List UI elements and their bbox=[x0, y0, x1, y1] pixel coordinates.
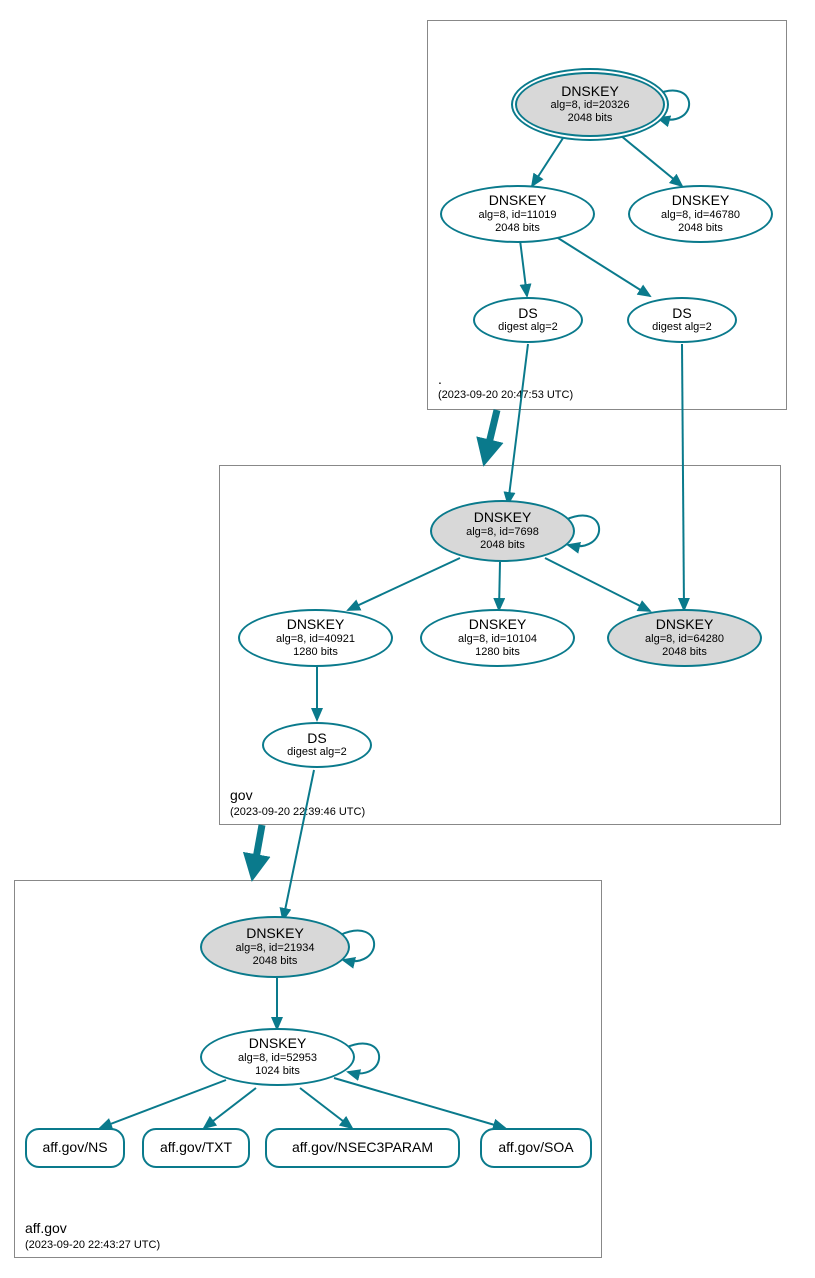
node-sub1: alg=8, id=40921 bbox=[276, 633, 355, 646]
node-sub2: 2048 bits bbox=[495, 222, 540, 235]
node-title: DS bbox=[672, 306, 691, 321]
node-title: DNSKEY bbox=[489, 193, 547, 208]
rr-soa: aff.gov/SOA bbox=[480, 1128, 592, 1168]
node-sub1: digest alg=2 bbox=[498, 321, 558, 334]
node-sub1: alg=8, id=20326 bbox=[551, 99, 630, 112]
rr-ns: aff.gov/NS bbox=[25, 1128, 125, 1168]
node-title: DNSKEY bbox=[287, 617, 345, 632]
node-sub2: 1280 bits bbox=[475, 646, 520, 659]
dnskey-gov-zsk2: DNSKEY alg=8, id=10104 1280 bits bbox=[420, 609, 575, 667]
node-title: aff.gov/NSEC3PARAM bbox=[292, 1140, 433, 1155]
node-title: DNSKEY bbox=[561, 84, 619, 99]
node-sub1: digest alg=2 bbox=[287, 746, 347, 759]
zone-root-label: . bbox=[438, 371, 442, 387]
dnskey-aff-ksk: DNSKEY alg=8, id=21934 2048 bits bbox=[200, 916, 350, 978]
node-title: DNSKEY bbox=[469, 617, 527, 632]
node-title: DNSKEY bbox=[246, 926, 304, 941]
node-title: aff.gov/NS bbox=[42, 1140, 107, 1155]
zone-gov-time: (2023-09-20 22:39:46 UTC) bbox=[230, 806, 365, 818]
ds-gov: DS digest alg=2 bbox=[262, 722, 372, 768]
dnskey-root-zsk2: DNSKEY alg=8, id=46780 2048 bits bbox=[628, 185, 773, 243]
node-title: aff.gov/SOA bbox=[498, 1140, 573, 1155]
dnskey-aff-zsk: DNSKEY alg=8, id=52953 1024 bits bbox=[200, 1028, 355, 1086]
node-sub2: 2048 bits bbox=[662, 646, 707, 659]
dnskey-gov-zsk1: DNSKEY alg=8, id=40921 1280 bits bbox=[238, 609, 393, 667]
dnskey-gov-zsk3: DNSKEY alg=8, id=64280 2048 bits bbox=[607, 609, 762, 667]
node-sub1: alg=8, id=10104 bbox=[458, 633, 537, 646]
node-sub1: alg=8, id=52953 bbox=[238, 1052, 317, 1065]
node-title: DS bbox=[518, 306, 537, 321]
node-title: DNSKEY bbox=[656, 617, 714, 632]
node-sub2: 1280 bits bbox=[293, 646, 338, 659]
node-sub1: alg=8, id=11019 bbox=[478, 209, 556, 222]
node-title: DNSKEY bbox=[249, 1036, 307, 1051]
zone-aff-label: aff.gov bbox=[25, 1220, 67, 1236]
zone-gov-label: gov bbox=[230, 787, 253, 803]
node-sub1: alg=8, id=7698 bbox=[466, 526, 539, 539]
zone-root-time: (2023-09-20 20:47:53 UTC) bbox=[438, 389, 573, 401]
dnskey-root-ksk: DNSKEY alg=8, id=20326 2048 bits bbox=[515, 72, 665, 137]
dnskey-gov-ksk: DNSKEY alg=8, id=7698 2048 bits bbox=[430, 500, 575, 562]
dnskey-root-zsk1: DNSKEY alg=8, id=11019 2048 bits bbox=[440, 185, 595, 243]
node-sub1: digest alg=2 bbox=[652, 321, 712, 334]
node-sub2: 2048 bits bbox=[253, 955, 298, 968]
rr-nsec3param: aff.gov/NSEC3PARAM bbox=[265, 1128, 460, 1168]
ds-root-2: DS digest alg=2 bbox=[627, 297, 737, 343]
node-sub2: 2048 bits bbox=[678, 222, 723, 235]
ds-root-1: DS digest alg=2 bbox=[473, 297, 583, 343]
node-sub2: 1024 bits bbox=[255, 1065, 300, 1078]
node-sub2: 2048 bits bbox=[568, 112, 613, 125]
node-sub1: alg=8, id=21934 bbox=[236, 942, 315, 955]
node-sub2: 2048 bits bbox=[480, 539, 525, 552]
rr-txt: aff.gov/TXT bbox=[142, 1128, 250, 1168]
node-title: DNSKEY bbox=[474, 510, 532, 525]
node-title: DNSKEY bbox=[672, 193, 730, 208]
node-sub1: alg=8, id=46780 bbox=[661, 209, 740, 222]
node-sub1: alg=8, id=64280 bbox=[645, 633, 724, 646]
zone-aff-time: (2023-09-20 22:43:27 UTC) bbox=[25, 1239, 160, 1251]
node-title: aff.gov/TXT bbox=[160, 1140, 232, 1155]
node-title: DS bbox=[307, 731, 326, 746]
